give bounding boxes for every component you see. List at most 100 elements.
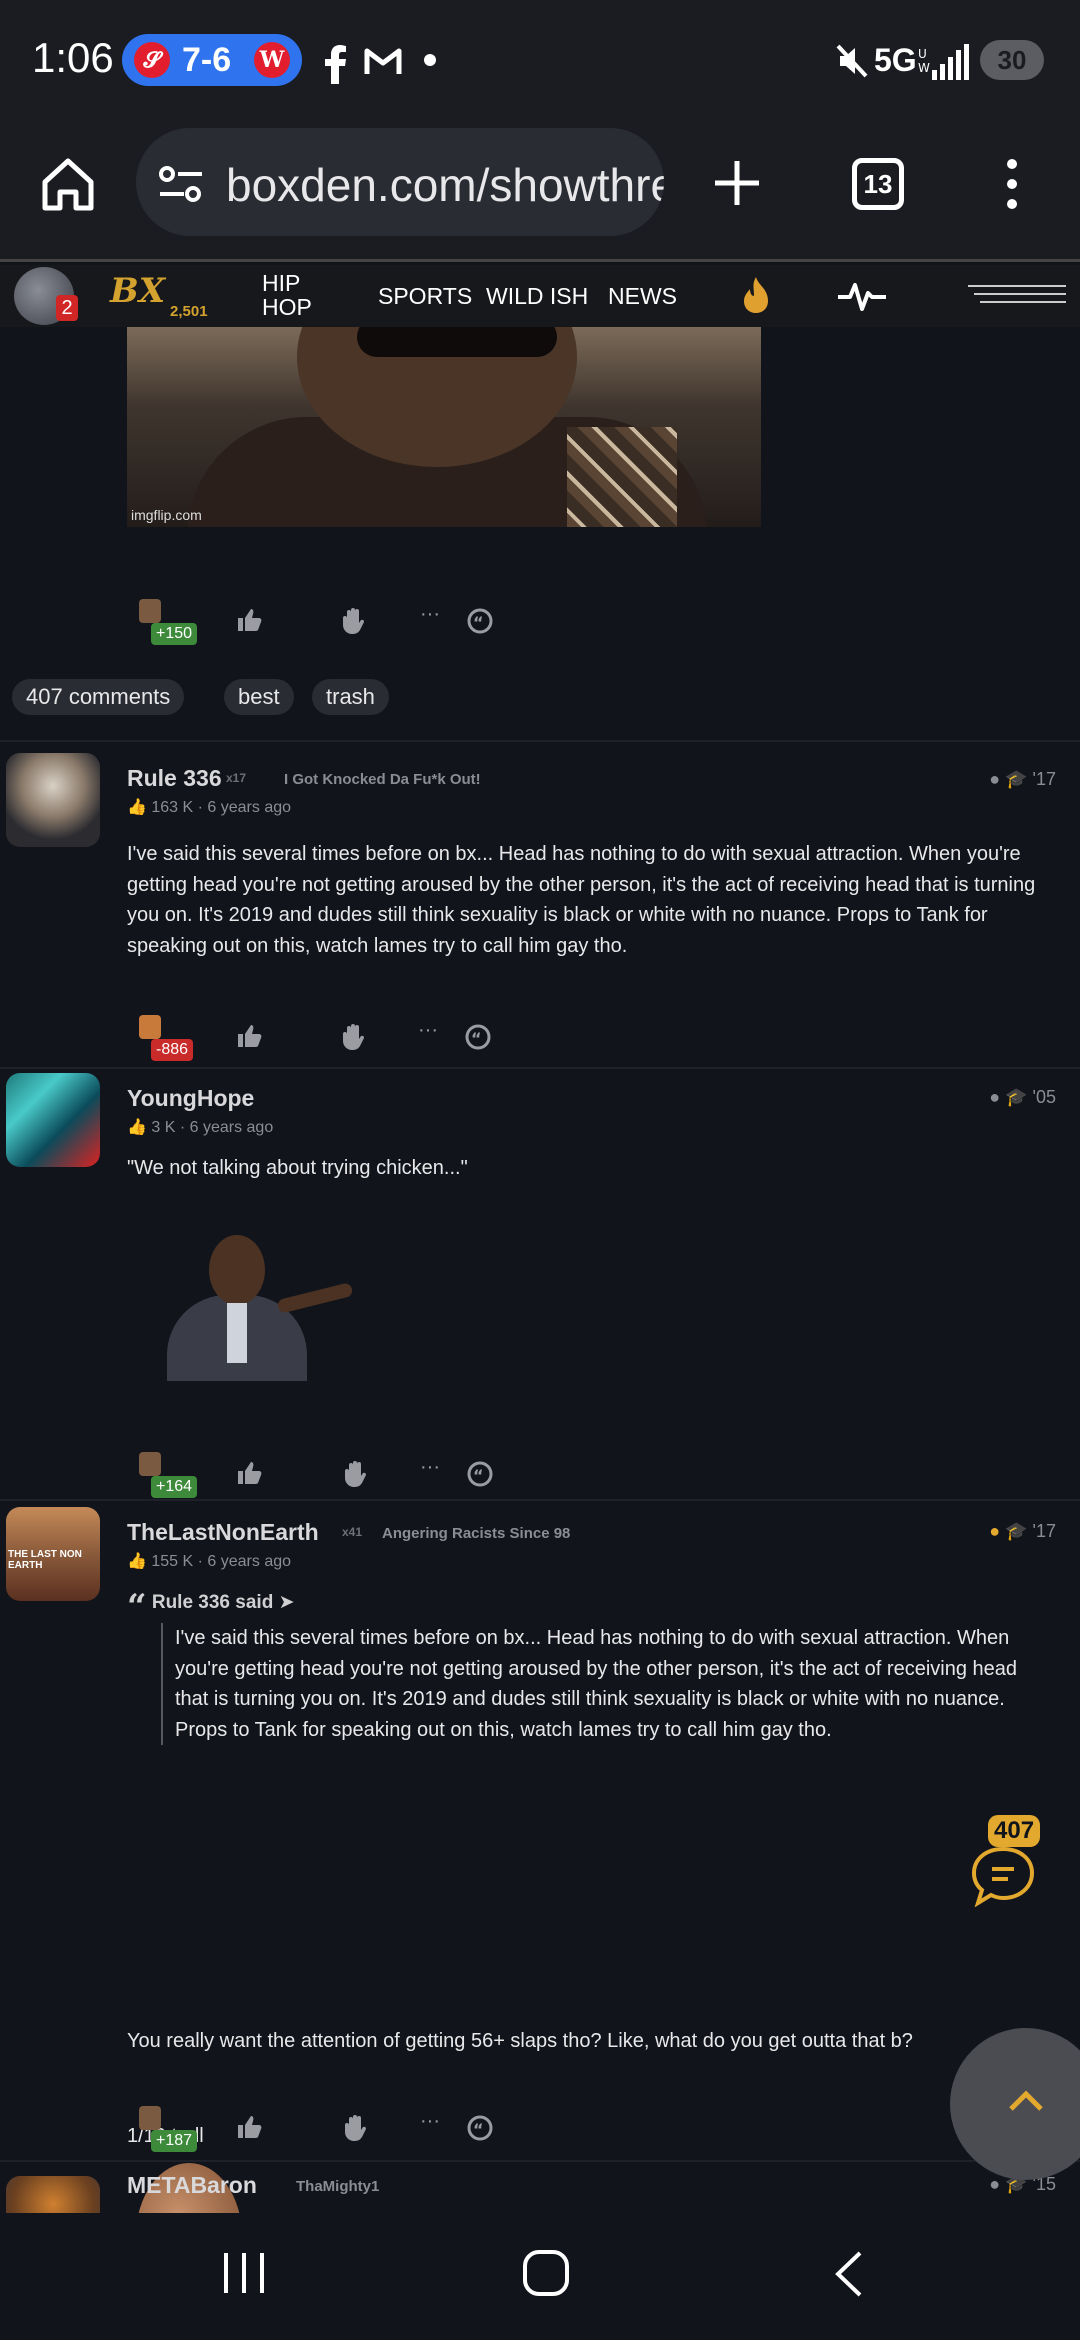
user-flair: x17 <box>226 771 247 785</box>
user-tagline: I Got Knocked Da Fu*k Out! <box>284 771 481 788</box>
home-nav-icon[interactable] <box>522 2249 570 2297</box>
reaction-badge[interactable]: +150 <box>135 599 198 645</box>
nav-news[interactable]: NEWS <box>608 283 677 310</box>
post-body: I've said this several times before on b… <box>127 843 1036 957</box>
hand-icon[interactable] <box>342 1460 368 1488</box>
more-dots-icon[interactable]: ··· <box>420 2110 440 2133</box>
more-dots-icon[interactable]: ··· <box>420 603 440 626</box>
filter-best[interactable]: best <box>224 679 294 715</box>
post-meta: 👍 155 K · 6 years ago <box>127 1553 292 1570</box>
post-gif-image[interactable]: imgflip.com <box>127 327 761 527</box>
activity-icon[interactable] <box>838 281 886 311</box>
status-bar: 1:06 𝓢 7-6 W 5G UW 30 <box>0 0 1080 122</box>
comments-chat-icon[interactable] <box>968 1845 1038 1907</box>
url-field[interactable]: boxden.com/showthread <box>136 128 664 236</box>
post-username[interactable]: YoungHope <box>127 1085 254 1112</box>
divider <box>0 2160 1080 2162</box>
clock: 1:06 <box>32 34 114 81</box>
stl-cardinals-logo-icon: 𝓢 <box>134 42 170 78</box>
reaction-badge[interactable]: +164 <box>135 1452 198 1498</box>
quote-icon[interactable]: “ <box>466 607 494 635</box>
tab-switcher-button[interactable]: 13 <box>852 158 904 210</box>
facebook-icon <box>325 45 346 84</box>
post-meta: 👍 3 K · 6 years ago <box>127 1119 274 1136</box>
user-avatar[interactable]: THE LAST NON EARTH <box>6 1507 100 1601</box>
nav-sports[interactable]: SPORTS <box>378 283 472 310</box>
quote-text: I've said this several times before on b… <box>161 1623 1041 1745</box>
post-username[interactable]: Rule 336 <box>127 765 222 792</box>
divider <box>0 740 1080 742</box>
hand-icon[interactable] <box>340 607 366 635</box>
post-gif-image[interactable] <box>127 1225 357 1381</box>
divider <box>0 1067 1080 1069</box>
reaction-badge[interactable]: -886 <box>135 1015 194 1061</box>
notification-badge: 2 <box>56 295 78 321</box>
home-icon[interactable] <box>40 156 96 212</box>
comment-post: YoungHope 👍 3 K · 6 years ago ● 🎓 '05 "W… <box>0 1071 1080 1493</box>
chevron-up-icon <box>1009 2090 1043 2111</box>
network-type: 5G <box>874 42 917 78</box>
site-logo[interactable]: BX <box>110 271 165 311</box>
hand-icon[interactable] <box>342 2114 368 2142</box>
image-watermark: imgflip.com <box>131 507 202 523</box>
live-score: 7-6 <box>182 41 232 79</box>
nav-wild-ish[interactable]: WILD ISH <box>486 283 588 310</box>
menu-icon[interactable] <box>966 283 1068 305</box>
user-avatar[interactable] <box>6 753 100 847</box>
logo-count: 2,501 <box>170 303 208 320</box>
battery-indicator: 30 <box>980 40 1044 80</box>
svg-text:“: “ <box>473 1466 484 1485</box>
user-join-year: ● 🎓 '05 <box>989 1087 1056 1107</box>
avatar-text: THE LAST NON EARTH <box>8 1549 82 1571</box>
quote-block: “ Rule 336 said ➤ I've said this several… <box>127 1587 1017 1745</box>
gmail-icon <box>364 48 402 74</box>
post-username[interactable]: TheLastNonEarth <box>127 1519 319 1546</box>
signal-icon: UW <box>918 44 969 80</box>
user-join-year: ● 🎓 '17 <box>989 1521 1056 1541</box>
user-flair: x41 <box>342 1525 363 1539</box>
flame-icon[interactable] <box>742 275 770 315</box>
post-actions: +150 ··· “ <box>0 599 1080 649</box>
post-actions: +187 ··· “ <box>0 2106 1080 2156</box>
svg-text:“: “ <box>473 2120 484 2139</box>
thumbs-up-icon[interactable] <box>236 607 262 633</box>
filter-trash[interactable]: trash <box>312 679 389 715</box>
svg-text:W: W <box>918 61 930 75</box>
back-icon[interactable] <box>830 2249 866 2299</box>
svg-text:U: U <box>918 47 927 61</box>
site-settings-icon[interactable] <box>158 164 204 204</box>
more-dots-icon[interactable]: ··· <box>418 1019 438 1042</box>
mute-icon <box>836 44 868 78</box>
more-menu-icon[interactable] <box>1002 158 1022 210</box>
user-avatar[interactable] <box>6 1073 100 1167</box>
nav-hip-hop[interactable]: HIP HOP <box>262 271 332 319</box>
thumbs-up-icon[interactable] <box>236 2114 262 2140</box>
quote-icon[interactable]: “ <box>464 1023 492 1051</box>
comment-post: METABaron ThaMighty1 ● 🎓 '15 <box>0 2164 1080 2213</box>
quote-icon[interactable]: “ <box>466 2114 494 2142</box>
quote-icon[interactable]: “ <box>466 1460 494 1488</box>
thumbs-up-icon[interactable] <box>236 1460 262 1486</box>
post-body-line2: You really want the attention of getting… <box>127 2030 913 2052</box>
post-username[interactable]: METABaron <box>127 2172 257 2199</box>
post-score: -886 <box>151 1039 194 1061</box>
url-text: boxden.com/showthread <box>226 159 664 211</box>
post-meta: 👍 163 K · 6 years ago <box>127 799 292 816</box>
reaction-badge[interactable]: +187 <box>135 2106 198 2152</box>
comments-count-chip[interactable]: 407 comments <box>12 679 185 715</box>
post-score: +150 <box>151 623 198 645</box>
thumbs-up-icon[interactable] <box>236 1023 262 1049</box>
user-avatar[interactable] <box>6 2176 100 2213</box>
quote-author[interactable]: “ Rule 336 said ➤ <box>127 1587 295 1627</box>
recent-apps-icon[interactable] <box>220 2249 270 2297</box>
new-tab-icon[interactable] <box>712 158 762 208</box>
hand-icon[interactable] <box>340 1023 366 1051</box>
divider <box>0 1499 1080 1501</box>
more-dots-icon[interactable]: ··· <box>420 1456 440 1479</box>
svg-text:“: “ <box>471 1029 482 1048</box>
comment-post: Rule 336 x17 I Got Knocked Da Fu*k Out! … <box>0 747 1080 1067</box>
svg-text:“: “ <box>473 613 484 632</box>
user-tagline: Angering Racists Since 98 <box>382 1525 571 1542</box>
chat-count-badge: 407 <box>988 1815 1041 1847</box>
live-score-pill[interactable]: 𝓢 7-6 W <box>122 34 302 86</box>
